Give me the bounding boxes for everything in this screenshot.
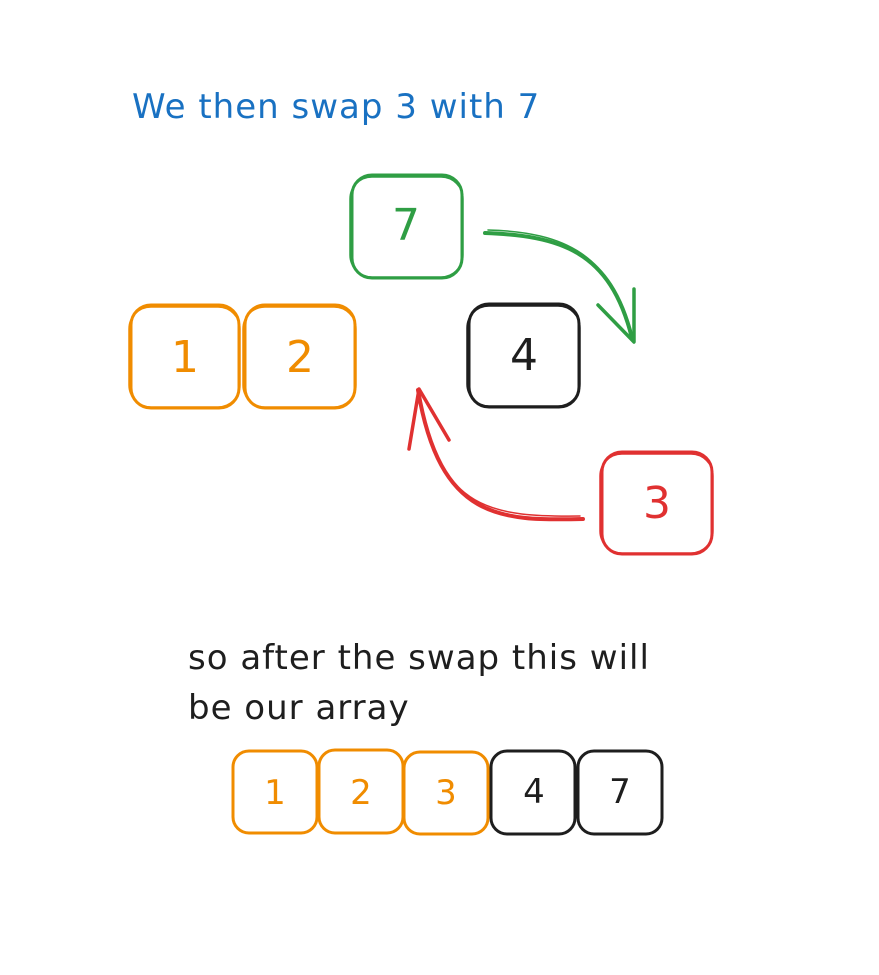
green-arrow bbox=[483, 229, 636, 344]
box-4: 4 bbox=[466, 302, 581, 409]
result-cell-2: 2 bbox=[317, 748, 405, 835]
result-cell-1-label: 1 bbox=[264, 773, 286, 813]
result-cell-4: 4 bbox=[489, 749, 577, 836]
result-cell-5-label: 7 bbox=[609, 772, 631, 812]
result-cell-3: 3 bbox=[402, 750, 490, 836]
box-1-label: 1 bbox=[171, 332, 199, 383]
swap-diagram: We then swap 3 with 7 1 2 7 4 3 so after… bbox=[128, 87, 714, 836]
result-array: 1 2 3 4 7 bbox=[231, 748, 664, 836]
red-arrow-shaft bbox=[416, 388, 585, 522]
result-cell-4-label: 4 bbox=[523, 772, 545, 812]
result-cell-5: 7 bbox=[576, 749, 664, 836]
red-arrow-shaft-sketch bbox=[419, 394, 581, 517]
green-arrow-shaft bbox=[483, 231, 634, 340]
box-7-label: 7 bbox=[392, 200, 420, 251]
box-2: 2 bbox=[242, 303, 357, 410]
box-2-label: 2 bbox=[286, 332, 314, 383]
caption-line-2: be our array bbox=[188, 688, 410, 728]
result-cell-2-label: 2 bbox=[350, 773, 372, 813]
box-3: 3 bbox=[599, 450, 714, 556]
box-1: 1 bbox=[128, 303, 241, 410]
box-3-label: 3 bbox=[643, 478, 671, 529]
caption-line-1: so after the swap this will bbox=[188, 638, 650, 678]
result-cell-1: 1 bbox=[231, 749, 319, 835]
box-7: 7 bbox=[349, 173, 464, 280]
heading: We then swap 3 with 7 bbox=[132, 87, 540, 127]
result-cell-3-label: 3 bbox=[435, 773, 457, 813]
box-4-label: 4 bbox=[510, 330, 538, 381]
red-arrow bbox=[407, 387, 585, 522]
